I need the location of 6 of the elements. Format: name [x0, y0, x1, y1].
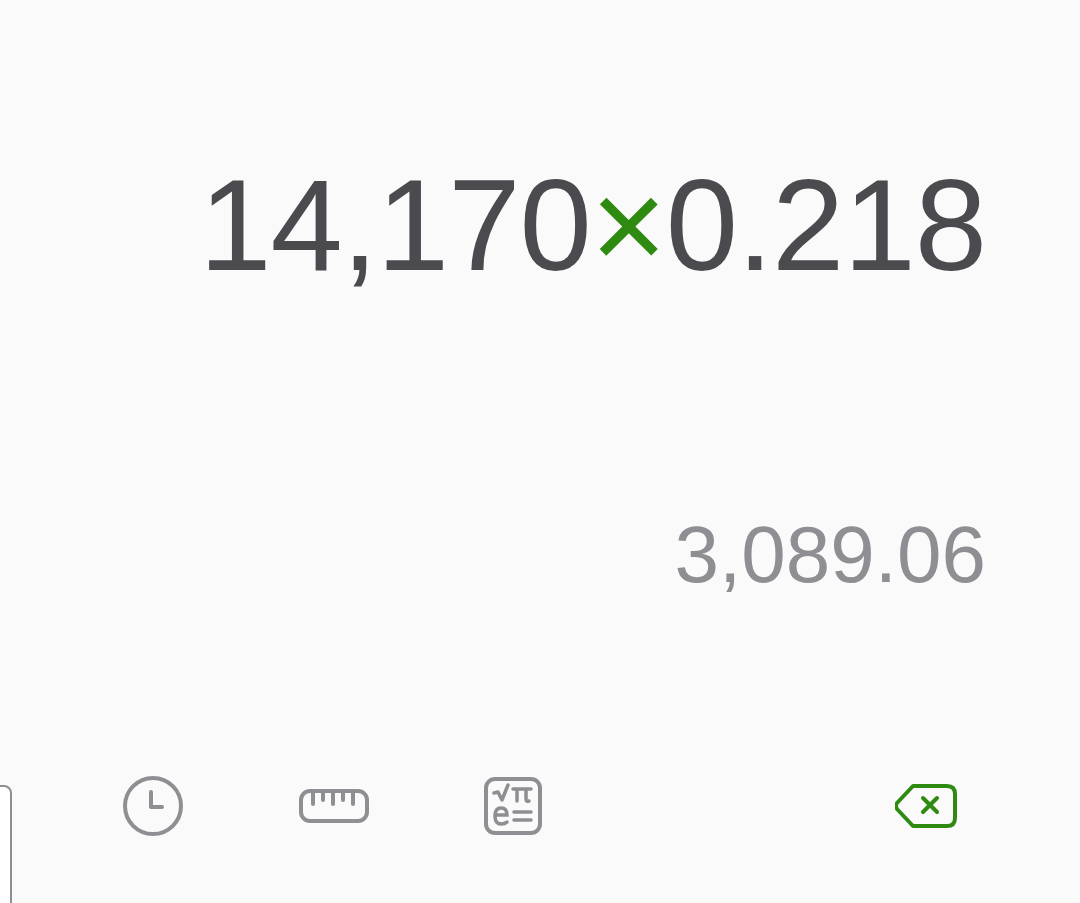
- result-preview: 3,089.06: [674, 510, 986, 600]
- ruler-icon[interactable]: [299, 789, 369, 823]
- backspace-icon[interactable]: [895, 783, 957, 829]
- clock-icon[interactable]: [122, 775, 184, 837]
- math-symbols-icon[interactable]: [484, 777, 542, 835]
- expression-display: 14,170×0.218: [199, 151, 986, 300]
